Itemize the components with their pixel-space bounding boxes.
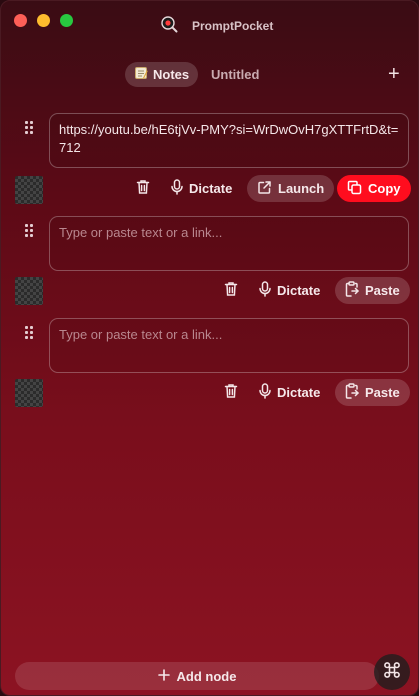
command-icon — [383, 661, 401, 684]
node-actions: Dictate Paste — [1, 379, 418, 407]
title-bar: PromptPocket — [1, 1, 418, 47]
trash-icon — [136, 179, 150, 200]
delete-button[interactable] — [133, 175, 153, 203]
dictate-label: Dictate — [277, 385, 321, 400]
app-window: PromptPocket Notes Untitled + https://yo… — [0, 0, 419, 696]
trash-icon — [224, 383, 238, 404]
dictate-label: Dictate — [277, 283, 321, 298]
drag-handle-icon[interactable] — [25, 326, 33, 339]
tab-notes[interactable]: Notes — [125, 62, 199, 87]
delete-button[interactable] — [221, 277, 241, 305]
memo-icon — [134, 66, 148, 83]
copy-button[interactable]: Copy — [337, 175, 411, 202]
add-node-label: Add node — [176, 668, 237, 684]
microphone-icon — [171, 179, 183, 198]
app-logo-icon — [160, 15, 178, 33]
tab-untitled[interactable]: Untitled — [211, 67, 259, 82]
paste-button[interactable]: Paste — [335, 379, 410, 406]
external-link-icon — [257, 180, 272, 198]
minimize-window-button[interactable] — [37, 14, 50, 27]
paste-label: Paste — [365, 385, 400, 400]
dictate-button[interactable]: Dictate — [161, 175, 242, 202]
node-text-field[interactable]: https://youtu.be/hE6tjVv-PMY?si=WrDwOvH7… — [49, 113, 409, 168]
close-window-button[interactable] — [14, 14, 27, 27]
node-text-field[interactable]: Type or paste text or a link... — [49, 216, 409, 271]
drag-handle-icon[interactable] — [25, 224, 33, 237]
tab-bar: Notes Untitled + — [1, 62, 418, 88]
command-menu-button[interactable] — [374, 654, 410, 690]
trash-icon — [224, 281, 238, 302]
app-title: PromptPocket — [192, 19, 274, 33]
delete-button[interactable] — [221, 379, 241, 407]
paste-icon — [345, 281, 359, 300]
node-actions: Dictate Paste — [1, 277, 418, 305]
launch-label: Launch — [278, 181, 325, 196]
tab-notes-label: Notes — [153, 67, 190, 82]
copy-icon — [347, 180, 362, 198]
node-actions: Dictate Launch Copy — [1, 175, 418, 203]
microphone-icon — [259, 383, 271, 402]
microphone-icon — [259, 281, 271, 300]
copy-label: Copy — [368, 181, 401, 196]
dictate-label: Dictate — [189, 181, 233, 196]
dictate-button[interactable]: Dictate — [249, 277, 330, 304]
plus-icon — [157, 668, 170, 684]
paste-label: Paste — [365, 283, 400, 298]
drag-handle-icon[interactable] — [25, 121, 33, 134]
node-text-field[interactable]: Type or paste text or a link... — [49, 318, 409, 373]
zoom-window-button[interactable] — [60, 14, 73, 27]
paste-icon — [345, 383, 359, 402]
add-node-button[interactable]: Add node — [15, 662, 379, 690]
launch-button[interactable]: Launch — [247, 175, 335, 202]
dictate-button[interactable]: Dictate — [249, 379, 330, 406]
add-tab-button[interactable]: + — [388, 63, 400, 85]
paste-button[interactable]: Paste — [335, 277, 410, 304]
